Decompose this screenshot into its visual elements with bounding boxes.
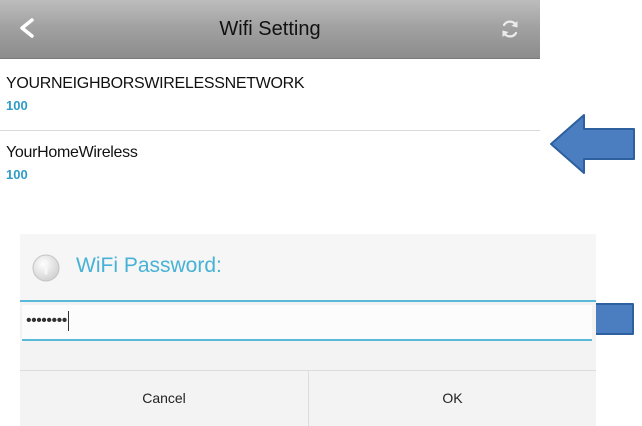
cancel-button[interactable]: Cancel [20,371,309,426]
info-icon [32,254,60,282]
password-value: •••••••• [26,310,69,331]
network-list: YOURNEIGHBORSWIRELESSNETWORK 100 YourHom… [0,62,540,193]
wifi-password-dialog: WiFi Password: •••••••• Cancel OK [20,234,596,426]
refresh-icon [502,20,518,38]
refresh-button[interactable] [498,17,522,41]
network-item[interactable]: YOURNEIGHBORSWIRELESSNETWORK 100 [0,62,540,130]
network-item[interactable]: YourHomeWireless 100 [0,130,540,193]
network-signal-strength: 100 [6,98,28,113]
dialog-header: WiFi Password: [20,234,596,302]
page-title: Wifi Setting [219,18,321,40]
network-name: YourHomeWireless [6,144,138,161]
ok-button[interactable]: OK [309,371,596,426]
network-name: YOURNEIGHBORSWIRELESSNETWORK [6,75,305,92]
network-signal-strength: 100 [6,167,28,182]
dialog-button-bar: Cancel OK [20,370,596,426]
arrow-left-icon [548,112,638,176]
wifi-setting-toolbar: Wifi Setting [0,0,540,59]
dialog-title: WiFi Password: [76,254,222,277]
password-input[interactable]: •••••••• [22,305,592,341]
text-caret [67,310,69,331]
